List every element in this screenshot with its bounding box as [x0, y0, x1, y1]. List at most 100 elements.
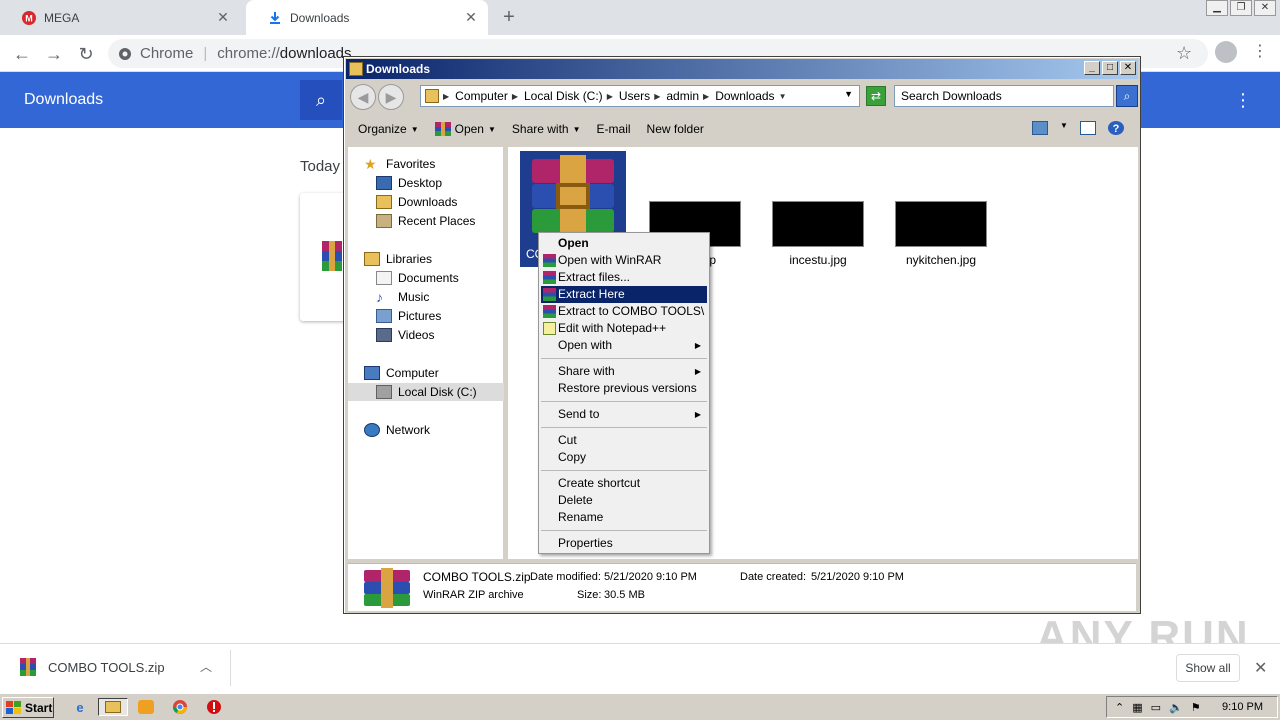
url-path: downloads [279, 45, 352, 62]
media-player-icon[interactable] [136, 698, 156, 716]
breadcrumb[interactable]: ▶ Computer ▶ Local Disk (C:) ▶ Users ▶ admi… [420, 85, 860, 107]
new-folder-button[interactable]: New folder [647, 122, 704, 136]
date-section-label: Today [300, 158, 341, 175]
close-icon[interactable]: ✕ [1254, 658, 1267, 678]
menu-item-extract-to[interactable]: Extract to COMBO TOOLS\ [541, 303, 707, 320]
share-with-button[interactable]: Share with ▼ [512, 122, 581, 136]
network-tray-icon[interactable]: ▦ [1132, 701, 1142, 714]
refresh-button[interactable]: ⇄ [866, 86, 886, 106]
breadcrumb-item[interactable]: Downloads [715, 89, 774, 103]
maximize-icon[interactable]: □ [1102, 61, 1118, 75]
explorer-taskbar-icon[interactable] [98, 698, 128, 716]
menu-item-copy[interactable]: Copy [541, 449, 707, 466]
winrar-icon [543, 288, 556, 301]
show-all-button[interactable]: Show all [1176, 654, 1240, 682]
chevron-down-icon[interactable]: ▼ [844, 89, 853, 99]
nav-favorites[interactable]: ★ Favorites [364, 155, 435, 173]
search-input[interactable]: Search Downloads [894, 85, 1114, 107]
star-icon: ★ [364, 156, 377, 172]
antivirus-icon[interactable] [204, 698, 224, 716]
search-icon[interactable]: ⌕ [1116, 85, 1138, 107]
preview-pane-icon[interactable] [1080, 121, 1096, 135]
menu-item-properties[interactable]: Properties [541, 535, 707, 552]
pictures-icon [376, 309, 392, 323]
tab-downloads[interactable]: Downloads ✕ [246, 0, 488, 35]
menu-item-open-with[interactable]: Open with ▶ [541, 337, 707, 354]
nav-music[interactable]: ♪ Music [376, 288, 429, 306]
new-tab-button[interactable]: + [498, 6, 520, 28]
forward-button[interactable]: → [42, 42, 66, 66]
close-icon[interactable]: ✕ [1120, 61, 1136, 75]
image-thumbnail[interactable] [772, 201, 864, 247]
nav-local-disk[interactable]: Local Disk (C:) [348, 383, 504, 401]
avatar[interactable] [1215, 41, 1237, 63]
breadcrumb-item[interactable]: Users [619, 89, 650, 103]
minimize-icon[interactable]: _ [1084, 61, 1100, 75]
menu-item-extract-files[interactable]: Extract files... [541, 269, 707, 286]
flag-icon[interactable]: ⚑ [1191, 701, 1201, 714]
menu-item-open-winrar[interactable]: Open with WinRAR [541, 252, 707, 269]
file-name[interactable]: nykitchen.jpg [891, 253, 991, 267]
breadcrumb-item[interactable]: Computer [455, 89, 508, 103]
chevron-down-icon[interactable]: ▼ [1060, 121, 1068, 135]
close-icon[interactable]: ✕ [1254, 0, 1276, 16]
ie-icon[interactable]: e [70, 698, 90, 716]
email-button[interactable]: E-mail [597, 122, 631, 136]
menu-item-send-to[interactable]: Send to ▶ [541, 406, 707, 423]
view-icon[interactable] [1032, 121, 1048, 135]
chrome-taskbar-icon[interactable] [170, 698, 190, 716]
menu-item-share-with[interactable]: Share with ▶ [541, 363, 707, 380]
nav-documents[interactable]: Documents [376, 269, 459, 287]
computer-icon [364, 366, 380, 380]
minimize-icon[interactable]: ▁ [1206, 0, 1228, 16]
reload-button[interactable]: ↻ [74, 42, 98, 66]
breadcrumb-item[interactable]: Local Disk (C:) [524, 89, 603, 103]
shelf-download-item[interactable]: COMBO TOOLS.zip [20, 658, 165, 676]
menu-separator [541, 358, 707, 359]
menu-item-extract-here[interactable]: Extract Here [541, 286, 707, 303]
breadcrumb-item[interactable]: admin [666, 89, 699, 103]
nav-videos[interactable]: Videos [376, 326, 434, 344]
close-tab-icon[interactable]: ✕ [464, 10, 478, 24]
nav-pictures[interactable]: Pictures [376, 307, 441, 325]
back-button[interactable]: ← [10, 42, 34, 66]
chevron-up-icon[interactable]: ︿ [200, 658, 212, 675]
image-thumbnail[interactable] [895, 201, 987, 247]
bookmark-star-icon[interactable]: ☆ [1176, 43, 1192, 64]
menu-item-delete[interactable]: Delete [541, 492, 707, 509]
explorer-titlebar[interactable]: Downloads _ □ ✕ [346, 59, 1138, 79]
volume-icon[interactable]: 🔈 [1169, 701, 1183, 714]
menu-item-create-shortcut[interactable]: Create shortcut [541, 475, 707, 492]
open-button[interactable]: Open ▼ [434, 122, 496, 136]
downloads-folder-icon [376, 195, 392, 209]
nav-libraries[interactable]: Libraries [364, 250, 432, 268]
submenu-arrow-icon: ▶ [694, 341, 701, 350]
nav-recent-places[interactable]: Recent Places [376, 212, 475, 230]
help-icon[interactable]: ? [1108, 121, 1124, 135]
chevron-up-icon[interactable]: ⌃ [1115, 701, 1124, 714]
menu-item-cut[interactable]: Cut [541, 432, 707, 449]
forward-button[interactable]: ▶ [378, 84, 404, 110]
battery-icon[interactable]: ▭ [1151, 701, 1161, 714]
restore-icon[interactable]: ❐ [1230, 0, 1252, 16]
menu-icon[interactable]: ⋮ [1252, 41, 1268, 61]
nav-downloads[interactable]: Downloads [376, 193, 457, 211]
back-button[interactable]: ◀ [350, 84, 376, 110]
menu-item-edit-notepad[interactable]: Edit with Notepad++ [541, 320, 707, 337]
close-tab-icon[interactable]: ✕ [216, 10, 230, 24]
tab-mega[interactable]: M MEGA ✕ [0, 0, 240, 35]
nav-network[interactable]: Network [364, 421, 430, 439]
start-button[interactable]: Start [2, 697, 54, 718]
menu-item-rename[interactable]: Rename [541, 509, 707, 526]
menu-item-open[interactable]: Open [541, 235, 707, 252]
search-icon[interactable]: ⌕ [300, 80, 342, 120]
winrar-icon [543, 305, 556, 318]
more-icon[interactable]: ⋮ [1234, 90, 1252, 111]
download-shelf: COMBO TOOLS.zip ︿ Show all ✕ [0, 643, 1280, 691]
clock[interactable]: 9:10 PM [1222, 701, 1263, 713]
menu-item-restore[interactable]: Restore previous versions [541, 380, 707, 397]
nav-desktop[interactable]: Desktop [376, 174, 442, 192]
file-name[interactable]: incestu.jpg [768, 253, 868, 267]
organize-button[interactable]: Organize ▼ [358, 122, 419, 136]
nav-computer[interactable]: Computer [364, 364, 439, 382]
